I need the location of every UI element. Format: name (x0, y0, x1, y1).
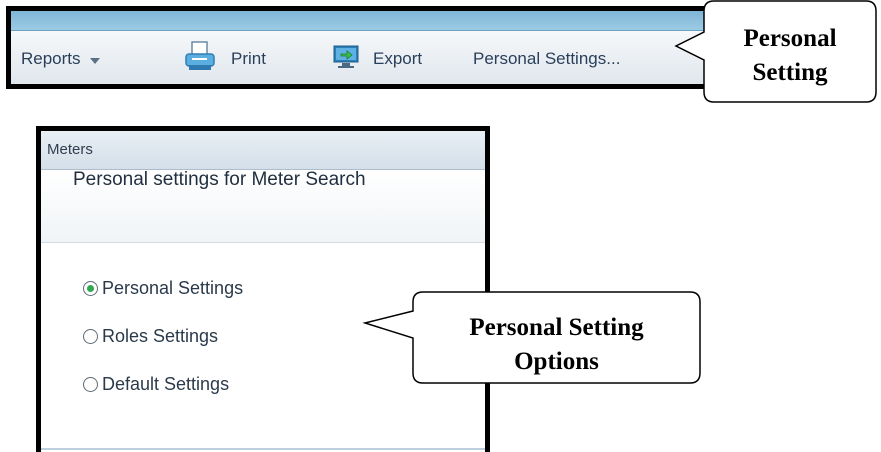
callout-options-text: Personal Setting Options (415, 311, 698, 379)
callout-options-line2: Options (514, 348, 599, 375)
callout-top-text: Personal Setting (706, 22, 874, 90)
callout-top-line1: Personal (743, 25, 837, 52)
callout-top-line2: Setting (752, 59, 828, 86)
callout-options-line1: Personal Setting (469, 314, 644, 341)
